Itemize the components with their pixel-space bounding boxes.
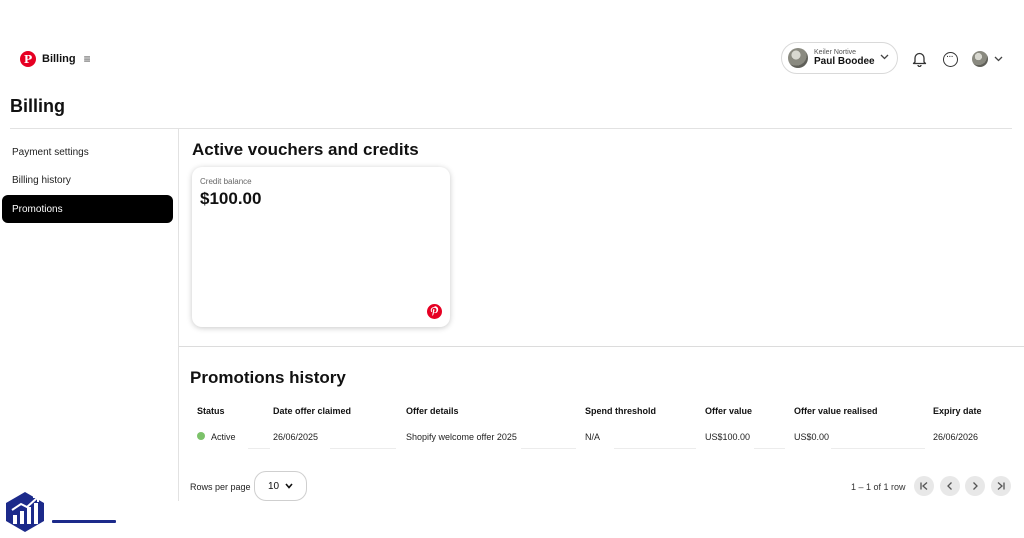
account-avatar	[788, 48, 808, 68]
cell-underline	[330, 448, 396, 449]
column-header-offer-value: Offer value	[705, 406, 753, 416]
pagination-info: 1 – 1 of 1 row	[851, 482, 906, 492]
chevron-down-icon	[994, 54, 1003, 64]
cell-offer-value: US$100.00	[705, 432, 751, 442]
page-title: Billing	[10, 96, 65, 116]
top-bar: P Billing ≡ Keiler Nortive Paul Boodee ·…	[0, 0, 1024, 90]
cell-status: Active	[211, 432, 236, 442]
column-header-value-realised: Offer value realised	[794, 406, 878, 416]
column-header-expiry-date: Expiry date	[933, 406, 982, 416]
account-user-name: Paul Boodee	[814, 56, 875, 68]
column-header-offer-details: Offer details	[406, 406, 459, 416]
pinterest-logo-icon: P	[20, 51, 36, 67]
status-active-dot	[197, 432, 205, 440]
bell-icon[interactable]	[910, 50, 928, 68]
analytics-logo-icon	[6, 492, 44, 532]
chevron-down-icon	[880, 52, 889, 62]
logo-underline	[52, 520, 116, 523]
cell-expiry-date: 26/06/2026	[933, 432, 979, 442]
cell-underline	[831, 448, 925, 449]
column-header-spend-threshold: Spend threshold	[585, 406, 657, 416]
sidebar-item-payment-settings[interactable]: Payment settings	[2, 138, 173, 166]
vouchers-title: Active vouchers and credits	[192, 140, 419, 159]
cell-spend-threshold: N/A	[585, 432, 601, 442]
rows-per-page-select[interactable]: 10	[254, 471, 307, 501]
credit-balance-card: Credit balance $100.00	[192, 167, 450, 327]
cell-underline	[614, 448, 696, 449]
section-divider	[179, 346, 1024, 347]
chat-icon[interactable]: ···	[941, 50, 959, 68]
rows-per-page-label: Rows per page	[190, 482, 251, 492]
account-text: Keiler Nortive Paul Boodee	[814, 49, 875, 68]
chevron-down-icon	[285, 482, 293, 491]
divider	[10, 128, 1012, 129]
first-page-icon[interactable]	[914, 476, 934, 496]
sidebar-item-promotions[interactable]: Promotions	[2, 195, 173, 223]
cell-value-realised: US$0.00	[794, 432, 830, 442]
sidebar-divider	[178, 128, 179, 501]
cell-underline	[521, 448, 576, 449]
user-menu[interactable]	[972, 51, 1003, 67]
history-title: Promotions history	[190, 368, 346, 387]
menu-icon[interactable]: ≡	[84, 52, 91, 66]
previous-page-icon[interactable]	[940, 476, 960, 496]
credit-value: $100.00	[200, 189, 262, 208]
column-header-date-claimed: Date offer claimed	[273, 406, 352, 416]
sidebar-item-billing-history[interactable]: Billing history	[2, 167, 173, 195]
account-switcher[interactable]: Keiler Nortive Paul Boodee	[781, 42, 898, 74]
sidebar: Payment settings Billing history Promoti…	[2, 138, 173, 224]
pinterest-logo-icon	[427, 304, 442, 319]
next-page-icon[interactable]	[965, 476, 985, 496]
column-header-status: Status	[197, 406, 225, 416]
cell-date-claimed: 26/06/2025	[273, 432, 319, 442]
cell-offer-details: Shopify welcome offer 2025	[406, 432, 517, 442]
account-business-name: Keiler Nortive	[814, 48, 857, 56]
brand-button[interactable]: P Billing ≡	[20, 51, 91, 67]
credit-label: Credit balance	[200, 177, 252, 186]
rows-per-page-value: 10	[267, 480, 280, 492]
cell-underline	[248, 448, 270, 449]
brand-label: Billing	[42, 53, 76, 65]
user-avatar	[972, 51, 988, 67]
cell-underline	[754, 448, 785, 449]
last-page-icon[interactable]	[991, 476, 1011, 496]
